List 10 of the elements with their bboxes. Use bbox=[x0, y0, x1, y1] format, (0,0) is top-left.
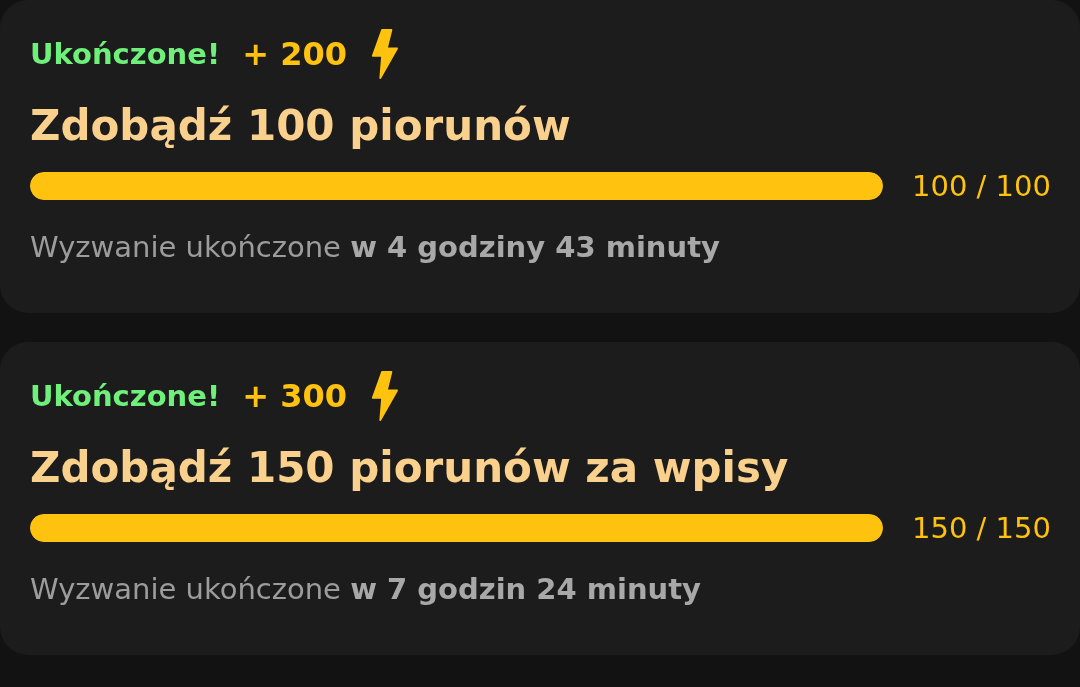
status-label: Ukończone! bbox=[30, 37, 221, 71]
progress-count: 100 / 100 bbox=[912, 169, 1051, 203]
challenge-title: Zdobądź 150 piorunów za wpisy bbox=[30, 442, 790, 494]
status-label: Ukończone! bbox=[30, 379, 221, 413]
completion-time: Wyzwanie ukończone w 7 godzin 24 minuty bbox=[30, 572, 702, 606]
reward-points: + 300 bbox=[242, 377, 347, 415]
challenge-title: Zdobądź 100 piorunów bbox=[30, 100, 572, 152]
reward-points: + 200 bbox=[242, 35, 347, 73]
completion-time: Wyzwanie ukończone w 4 godziny 43 minuty bbox=[30, 230, 721, 264]
progress-count: 150 / 150 bbox=[912, 511, 1051, 545]
